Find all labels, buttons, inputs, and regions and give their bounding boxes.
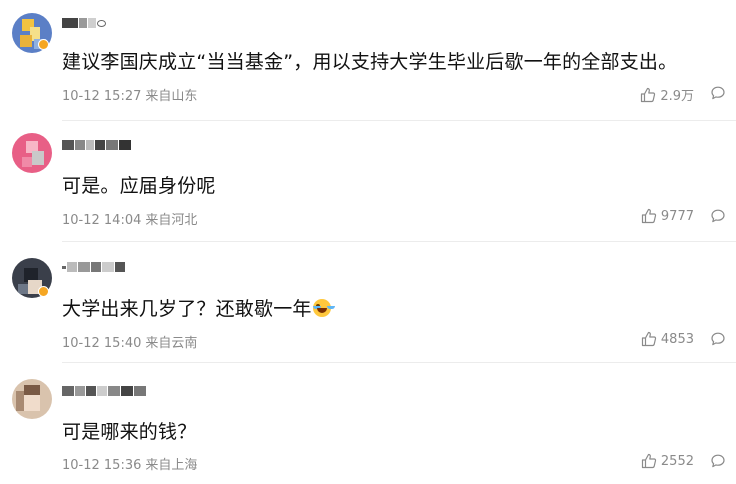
reply-button[interactable] — [710, 85, 726, 101]
comment-meta: 10-12 15:36 来自上海 — [62, 454, 197, 473]
comment-location: 来自上海 — [145, 458, 198, 473]
comment-text: 大学出来几岁了？还敢歇一年 — [62, 294, 331, 321]
username[interactable] — [62, 137, 132, 153]
like-button[interactable]: 2.9万 — [640, 85, 694, 104]
verified-badge-icon — [38, 39, 49, 50]
thumbs-up-icon — [641, 208, 657, 224]
comment-time: 10-12 15:27 — [62, 89, 142, 104]
laughing-crying-emoji-icon — [312, 299, 331, 317]
username[interactable] — [62, 259, 126, 275]
comment-meta: 10-12 15:40 来自云南 — [62, 332, 197, 351]
comment-time: 10-12 15:36 — [62, 458, 142, 473]
comment-time: 10-12 15:40 — [62, 336, 142, 351]
comment-bubble-icon — [711, 86, 725, 100]
comment-bubble-icon — [711, 332, 725, 346]
comment-bubble-icon — [711, 454, 725, 468]
comment-meta: 10-12 14:04 来自河北 — [62, 209, 197, 228]
username[interactable] — [62, 383, 147, 399]
comment-meta: 10-12 15:27 来自山东 — [62, 85, 197, 104]
like-count: 2.9万 — [660, 89, 694, 104]
comment-text: 可是。应届身份呢 — [62, 175, 216, 197]
comment-item: 可是。应届身份呢 10-12 14:04 来自河北 9777 — [0, 121, 736, 242]
like-count: 4853 — [660, 331, 694, 347]
comment-time: 10-12 14:04 — [62, 213, 142, 228]
like-button[interactable]: 4853 — [641, 331, 694, 347]
like-count: 2552 — [660, 453, 694, 469]
comment-item: 大学出来几岁了？还敢歇一年 10-12 15:40 来自云南 4853 — [0, 242, 736, 363]
thumbs-up-icon — [641, 87, 656, 102]
thumbs-up-icon — [641, 453, 657, 469]
comment-item: 可是哪来的钱？ 10-12 15:36 来自上海 2552 — [0, 363, 736, 484]
verified-badge-icon — [38, 286, 49, 297]
comment-location: 来自云南 — [145, 336, 198, 351]
comment-text: 可是哪来的钱？ — [62, 421, 197, 443]
like-button[interactable]: 9777 — [641, 208, 694, 224]
avatar[interactable] — [12, 379, 52, 419]
avatar[interactable] — [12, 133, 52, 173]
comment-location: 来自河北 — [145, 213, 198, 228]
comment-bubble-icon — [711, 209, 725, 223]
comment-text: 建议李国庆成立“当当基金”，用以支持大学生毕业后歇一年的全部支出。 — [62, 51, 678, 73]
reply-button[interactable] — [710, 208, 726, 224]
reply-button[interactable] — [710, 453, 726, 469]
like-button[interactable]: 2552 — [641, 453, 694, 469]
thumbs-up-icon — [641, 331, 657, 347]
comment-location: 来自山东 — [145, 89, 198, 104]
username[interactable] — [62, 15, 107, 31]
comment-list: 建议李国庆成立“当当基金”，用以支持大学生毕业后歇一年的全部支出。 10-12 … — [0, 0, 736, 484]
comment-item: 建议李国庆成立“当当基金”，用以支持大学生毕业后歇一年的全部支出。 10-12 … — [0, 0, 736, 121]
reply-button[interactable] — [710, 331, 726, 347]
like-count: 9777 — [660, 208, 694, 224]
